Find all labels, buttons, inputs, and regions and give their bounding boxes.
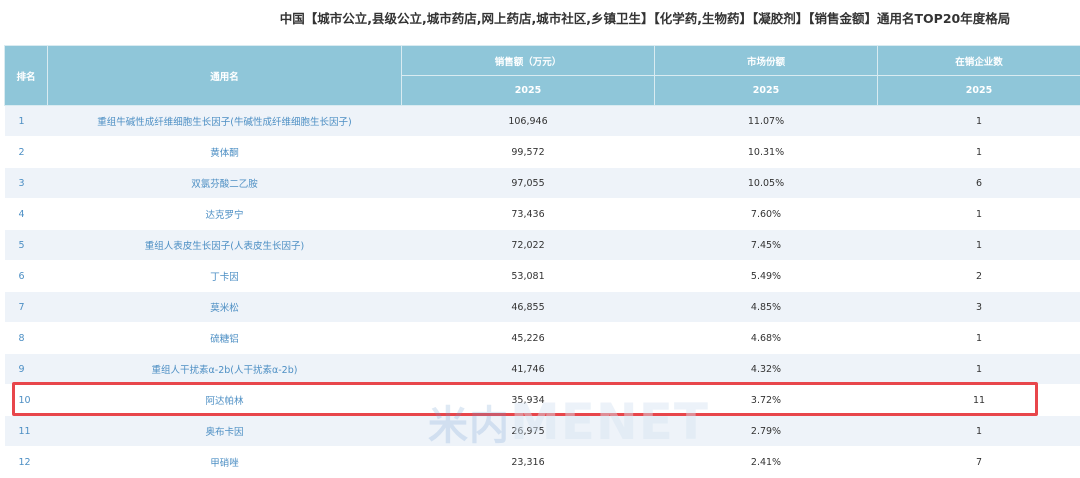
table-row[interactable]: 6丁卡因53,0815.49%2 — [5, 261, 1080, 292]
sales-cell: 46,855 — [402, 292, 655, 323]
header-name[interactable]: 通用名 — [48, 46, 402, 106]
rank-cell: 7 — [5, 292, 48, 323]
companies-cell: 1 — [878, 199, 1080, 230]
header-share-year[interactable]: 2025 — [655, 76, 878, 106]
name-cell[interactable]: 达克罗宁 — [48, 199, 402, 230]
name-cell[interactable]: 丁卡因 — [48, 261, 402, 292]
sales-cell: 97,055 — [402, 168, 655, 199]
header-sales[interactable]: 销售额（万元） — [402, 46, 655, 76]
rank-cell: 5 — [5, 230, 48, 261]
header-companies[interactable]: 在销企业数 — [878, 46, 1080, 76]
sales-cell: 99,572 — [402, 137, 655, 168]
rank-cell: 9 — [5, 354, 48, 385]
companies-cell: 1 — [878, 106, 1080, 137]
name-cell[interactable]: 莫米松 — [48, 292, 402, 323]
companies-cell: 1 — [878, 230, 1080, 261]
table-row[interactable]: 3双氯芬酸二乙胺97,05510.05%6 — [5, 168, 1080, 199]
name-cell[interactable]: 黄体酮 — [48, 137, 402, 168]
companies-cell: 1 — [878, 416, 1080, 447]
companies-cell: 1 — [878, 354, 1080, 385]
companies-cell: 1 — [878, 323, 1080, 354]
companies-cell: 1 — [878, 137, 1080, 168]
companies-cell: 11 — [878, 385, 1080, 416]
name-cell[interactable]: 重组人表皮生长因子(人表皮生长因子) — [48, 230, 402, 261]
header-rank[interactable]: 排名 — [5, 46, 48, 106]
rank-cell: 4 — [5, 199, 48, 230]
share-cell: 10.31% — [655, 137, 878, 168]
watermark-mark: 米内 — [428, 403, 510, 449]
companies-cell: 2 — [878, 261, 1080, 292]
name-cell[interactable]: 奥布卡因 — [48, 416, 402, 447]
rank-cell: 8 — [5, 323, 48, 354]
sales-cell: 53,081 — [402, 261, 655, 292]
name-cell[interactable]: 双氯芬酸二乙胺 — [48, 168, 402, 199]
table-row[interactable]: 2黄体酮99,57210.31%1 — [5, 137, 1080, 168]
table-row[interactable]: 7莫米松46,8554.85%3 — [5, 292, 1080, 323]
rank-cell: 11 — [5, 416, 48, 447]
header-share[interactable]: 市场份额 — [655, 46, 878, 76]
name-cell[interactable]: 阿达帕林 — [48, 385, 402, 416]
rank-cell: 6 — [5, 261, 48, 292]
rank-cell: 1 — [5, 106, 48, 137]
name-cell[interactable]: 重组牛碱性成纤维细胞生长因子(牛碱性成纤维细胞生长因子) — [48, 106, 402, 137]
sales-cell: 72,022 — [402, 230, 655, 261]
share-cell: 10.05% — [655, 168, 878, 199]
sales-cell: 73,436 — [402, 199, 655, 230]
menet-watermark: 米内MENET — [428, 393, 709, 449]
rank-cell: 3 — [5, 168, 48, 199]
page-title: 中国【城市公立,县级公立,城市药店,网上药店,城市社区,乡镇卫生】【化学药,生物… — [0, 8, 1080, 27]
sales-cell: 45,226 — [402, 323, 655, 354]
table-row[interactable]: 5重组人表皮生长因子(人表皮生长因子)72,0227.45%1 — [5, 230, 1080, 261]
header-sales-year[interactable]: 2025 — [402, 76, 655, 106]
sales-cell: 106,946 — [402, 106, 655, 137]
table-row[interactable]: 8硫糖铝45,2264.68%1 — [5, 323, 1080, 354]
share-cell: 4.32% — [655, 354, 878, 385]
share-cell: 7.45% — [655, 230, 878, 261]
share-cell: 11.07% — [655, 106, 878, 137]
sales-cell: 41,746 — [402, 354, 655, 385]
name-cell[interactable]: 硫糖铝 — [48, 323, 402, 354]
watermark-text: MENET — [510, 393, 709, 451]
table-row[interactable]: 1重组牛碱性成纤维细胞生长因子(牛碱性成纤维细胞生长因子)106,94611.0… — [5, 106, 1080, 137]
share-cell: 5.49% — [655, 261, 878, 292]
share-cell: 4.85% — [655, 292, 878, 323]
rank-cell: 10 — [5, 385, 48, 416]
companies-cell: 6 — [878, 168, 1080, 199]
share-cell: 4.68% — [655, 323, 878, 354]
table-row[interactable]: 4达克罗宁73,4367.60%1 — [5, 199, 1080, 230]
rank-cell: 2 — [5, 137, 48, 168]
table-row[interactable]: 9重组人干扰素α-2b(人干扰素α-2b)41,7464.32%1 — [5, 354, 1080, 385]
share-cell: 7.60% — [655, 199, 878, 230]
name-cell[interactable]: 重组人干扰素α-2b(人干扰素α-2b) — [48, 354, 402, 385]
companies-cell: 3 — [878, 292, 1080, 323]
header-companies-year[interactable]: 2025 — [878, 76, 1080, 106]
